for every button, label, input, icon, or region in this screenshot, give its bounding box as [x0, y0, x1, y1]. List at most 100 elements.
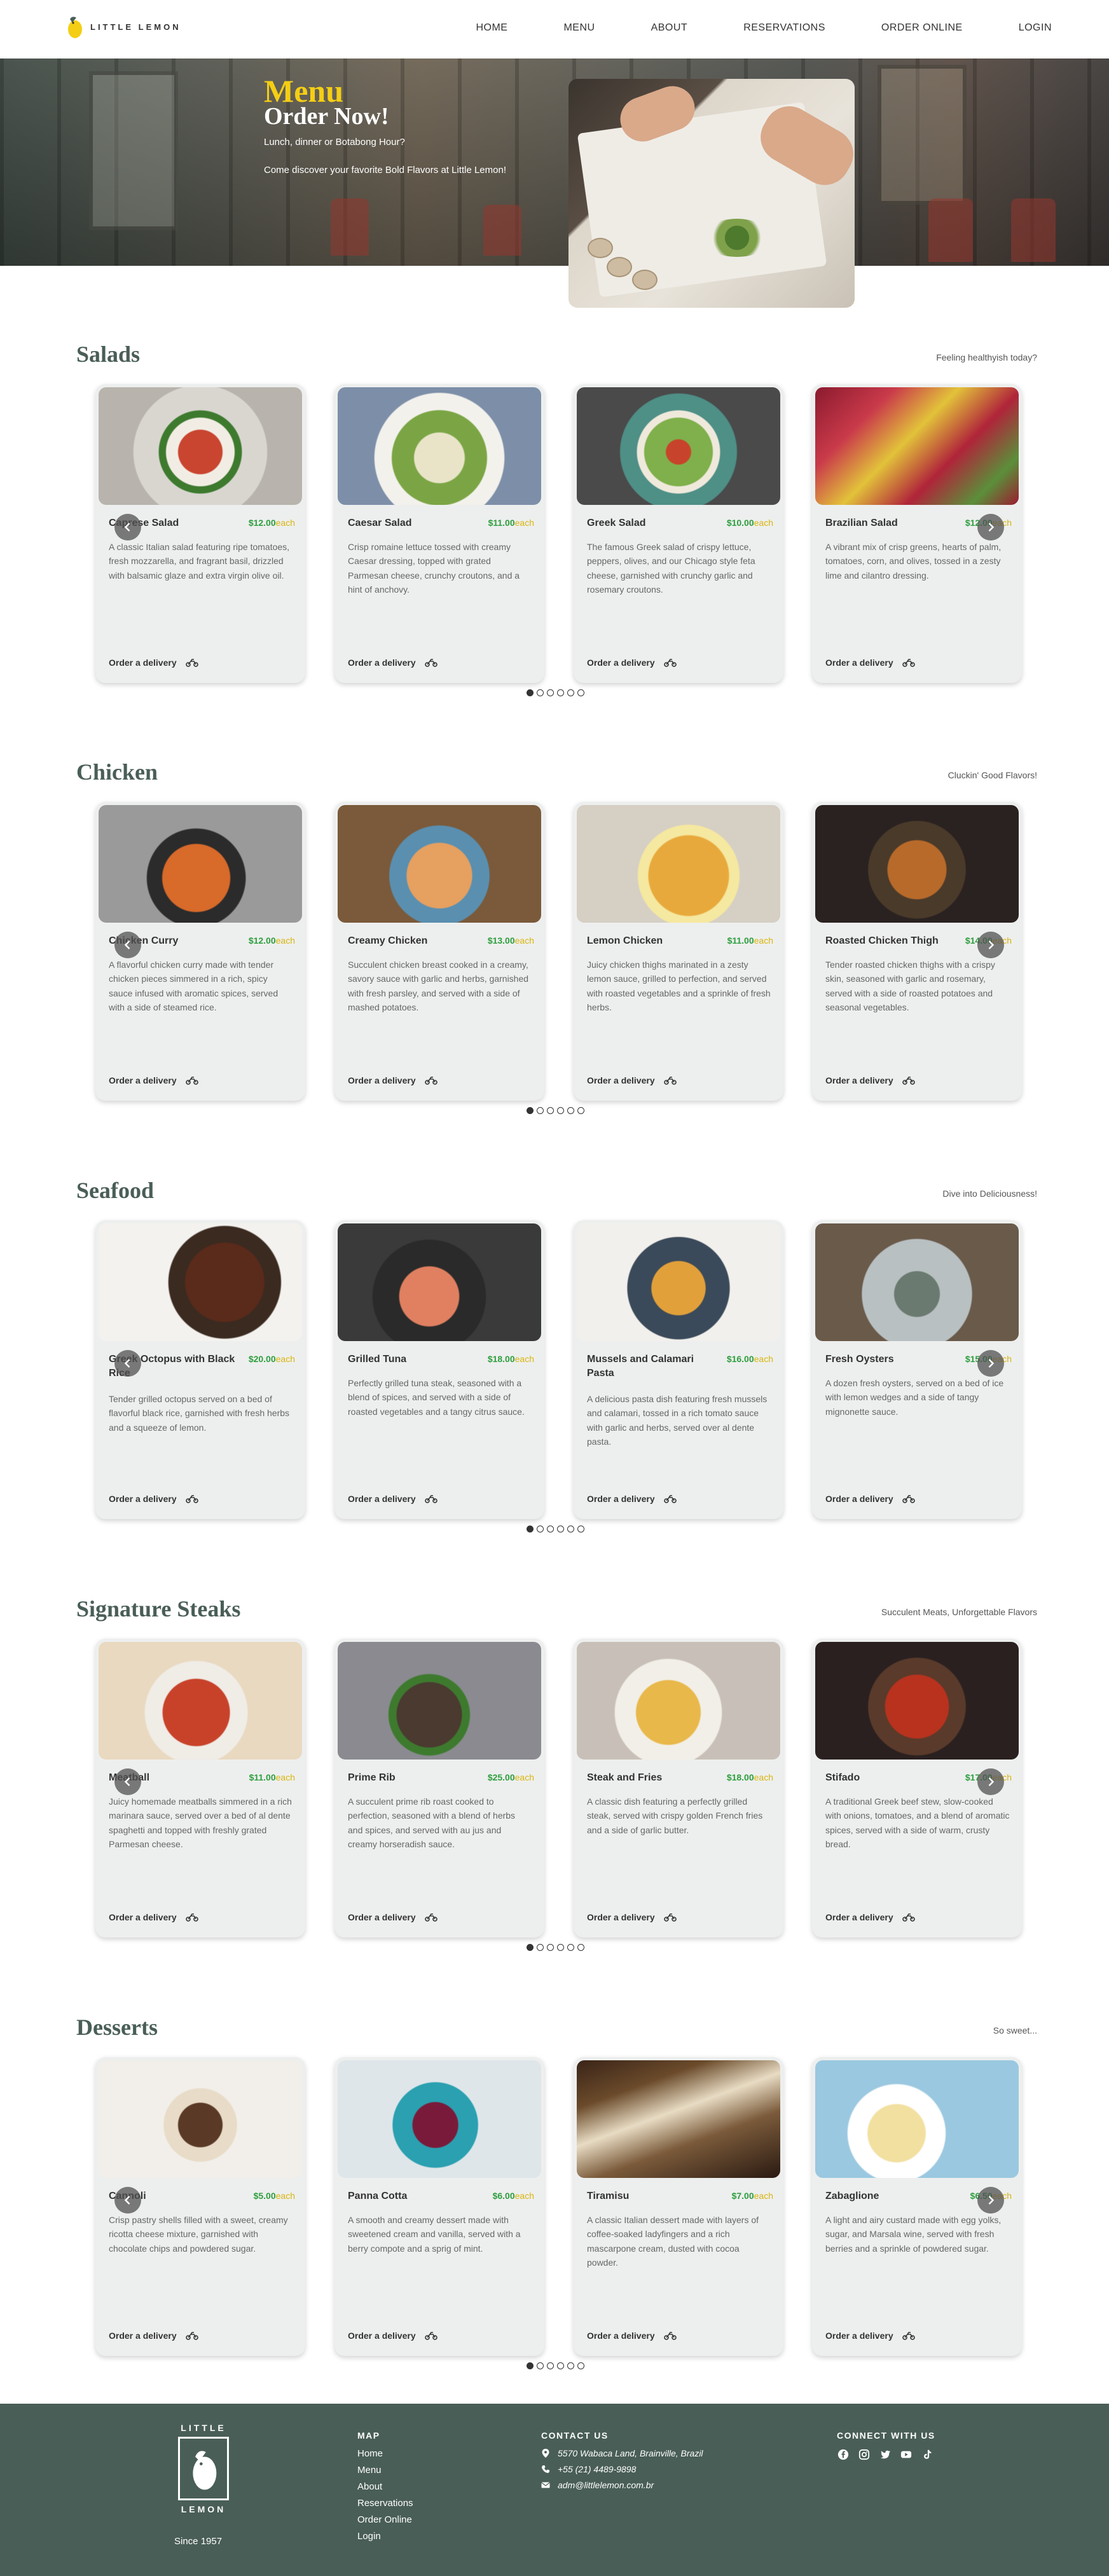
- menu-card[interactable]: Caesar Salad $11.00each Crisp romaine le…: [334, 384, 544, 683]
- menu-card[interactable]: Greek Salad $10.00each The famous Greek …: [574, 384, 783, 683]
- carousel-next-button[interactable]: [977, 1350, 1004, 1377]
- carousel-dot[interactable]: [527, 689, 534, 696]
- dish-description: Tender grilled octopus served on a bed o…: [109, 1394, 290, 1433]
- carousel-dot[interactable]: [537, 1107, 544, 1114]
- menu-card[interactable]: Mussels and Calamari Pasta $16.00each A …: [574, 1220, 783, 1519]
- carousel-prev-button[interactable]: [114, 514, 141, 541]
- order-delivery-link[interactable]: Order a delivery: [825, 658, 915, 668]
- menu-card[interactable]: Tiramisu $7.00each A classic Italian des…: [574, 2057, 783, 2356]
- carousel-pagination: [527, 689, 584, 696]
- carousel-dot[interactable]: [547, 1944, 554, 1951]
- order-delivery-link[interactable]: Order a delivery: [348, 658, 437, 668]
- order-delivery-link[interactable]: Order a delivery: [109, 2331, 198, 2341]
- footer-social: CONNECT WITH US: [837, 2430, 935, 2461]
- order-delivery-link[interactable]: Order a delivery: [587, 1494, 677, 1504]
- footer-link-order-online[interactable]: Order Online: [357, 2514, 413, 2525]
- carousel-next-button[interactable]: [977, 932, 1004, 958]
- carousel-dot[interactable]: [567, 1526, 574, 1533]
- carousel-dot[interactable]: [577, 689, 584, 696]
- menu-card[interactable]: Steak and Fries $18.00each A classic dis…: [574, 1639, 783, 1938]
- order-delivery-link[interactable]: Order a delivery: [109, 1494, 198, 1504]
- email-text[interactable]: adm@littlelemon.com.br: [558, 2480, 654, 2490]
- nav-about[interactable]: ABOUT: [651, 22, 688, 34]
- menu-card[interactable]: Prime Rib $25.00each A succulent prime r…: [334, 1639, 544, 1938]
- order-delivery-link[interactable]: Order a delivery: [109, 1075, 198, 1085]
- carousel-dot[interactable]: [557, 689, 564, 696]
- carousel-dot[interactable]: [577, 1944, 584, 1951]
- carousel-prev-button[interactable]: [114, 1768, 141, 1795]
- carousel-next-button[interactable]: [977, 1768, 1004, 1795]
- carousel-dot[interactable]: [557, 1526, 564, 1533]
- carousel-next-button[interactable]: [977, 514, 1004, 541]
- carousel-dot[interactable]: [567, 1944, 574, 1951]
- carousel-dot[interactable]: [577, 1107, 584, 1114]
- dish-photo: [815, 2060, 1019, 2178]
- carousel-dot[interactable]: [527, 1944, 534, 1951]
- phone-text[interactable]: +55 (21) 4489-9898: [558, 2464, 636, 2474]
- menu-card[interactable]: Grilled Tuna $18.00each Perfectly grille…: [334, 1220, 544, 1519]
- nav-menu[interactable]: MENU: [563, 22, 595, 34]
- facebook-icon[interactable]: [837, 2448, 850, 2461]
- order-delivery-link[interactable]: Order a delivery: [587, 2331, 677, 2341]
- menu-card[interactable]: Lemon Chicken $11.00each Juicy chicken t…: [574, 802, 783, 1101]
- carousel-dot[interactable]: [557, 2362, 564, 2369]
- carousel-dot[interactable]: [567, 2362, 574, 2369]
- order-delivery-link[interactable]: Order a delivery: [825, 2331, 915, 2341]
- carousel-dot[interactable]: [547, 1107, 554, 1114]
- carousel-dot[interactable]: [557, 1107, 564, 1114]
- carousel-dot[interactable]: [577, 1526, 584, 1533]
- motorbike-icon: [424, 1077, 437, 1085]
- carousel-dot[interactable]: [527, 2362, 534, 2369]
- order-delivery-link[interactable]: Order a delivery: [587, 658, 677, 668]
- carousel-dot[interactable]: [527, 1526, 534, 1533]
- price-unit: each: [514, 1772, 534, 1782]
- logo[interactable]: LITTLE LEMON: [66, 14, 181, 39]
- order-delivery-link[interactable]: Order a delivery: [348, 1075, 437, 1085]
- order-delivery-link[interactable]: Order a delivery: [109, 1912, 198, 1922]
- order-delivery-link[interactable]: Order a delivery: [825, 1075, 915, 1085]
- carousel-dot[interactable]: [557, 1944, 564, 1951]
- carousel-dot[interactable]: [537, 1526, 544, 1533]
- menu-card[interactable]: Creamy Chicken $13.00each Succulent chic…: [334, 802, 544, 1101]
- menu-card[interactable]: Panna Cotta $6.00each A smooth and cream…: [334, 2057, 544, 2356]
- order-delivery-link[interactable]: Order a delivery: [587, 1075, 677, 1085]
- tiktok-icon[interactable]: [921, 2448, 933, 2461]
- carousel-dot[interactable]: [547, 689, 554, 696]
- youtube-icon[interactable]: [900, 2448, 913, 2461]
- footer-link-login[interactable]: Login: [357, 2531, 413, 2542]
- order-delivery-link[interactable]: Order a delivery: [825, 1912, 915, 1922]
- hero-background-chair: [928, 198, 973, 262]
- carousel-dot[interactable]: [537, 689, 544, 696]
- carousel-dot[interactable]: [537, 1944, 544, 1951]
- carousel-dot[interactable]: [527, 1107, 534, 1114]
- carousel-prev-button[interactable]: [114, 1350, 141, 1377]
- footer-link-menu[interactable]: Menu: [357, 2465, 413, 2476]
- nav-reservations[interactable]: RESERVATIONS: [743, 22, 825, 34]
- carousel-dot[interactable]: [567, 1107, 574, 1114]
- carousel-dot[interactable]: [547, 2362, 554, 2369]
- order-delivery-link[interactable]: Order a delivery: [109, 658, 198, 668]
- price-amount: $12.00: [248, 518, 276, 528]
- nav-login[interactable]: LOGIN: [1019, 22, 1052, 34]
- footer-link-reservations[interactable]: Reservations: [357, 2498, 413, 2509]
- carousel-dot[interactable]: [567, 689, 574, 696]
- carousel-dot[interactable]: [577, 2362, 584, 2369]
- price-unit: each: [275, 935, 295, 946]
- nav-home[interactable]: HOME: [476, 22, 507, 34]
- carousel-next-button[interactable]: [977, 2187, 1004, 2214]
- carousel-prev-button[interactable]: [114, 2187, 141, 2214]
- footer-link-home[interactable]: Home: [357, 2448, 413, 2459]
- nav-order-online[interactable]: ORDER ONLINE: [881, 22, 963, 34]
- order-delivery-link[interactable]: Order a delivery: [348, 1912, 437, 1922]
- instagram-icon[interactable]: [858, 2448, 871, 2461]
- footer-link-about[interactable]: About: [357, 2481, 413, 2492]
- order-delivery-link[interactable]: Order a delivery: [348, 1494, 437, 1504]
- price-amount: $6.00: [492, 2191, 515, 2201]
- twitter-icon[interactable]: [879, 2448, 892, 2461]
- order-delivery-link[interactable]: Order a delivery: [587, 1912, 677, 1922]
- carousel-prev-button[interactable]: [114, 932, 141, 958]
- order-delivery-link[interactable]: Order a delivery: [348, 2331, 437, 2341]
- carousel-dot[interactable]: [537, 2362, 544, 2369]
- carousel-dot[interactable]: [547, 1526, 554, 1533]
- order-delivery-link[interactable]: Order a delivery: [825, 1494, 915, 1504]
